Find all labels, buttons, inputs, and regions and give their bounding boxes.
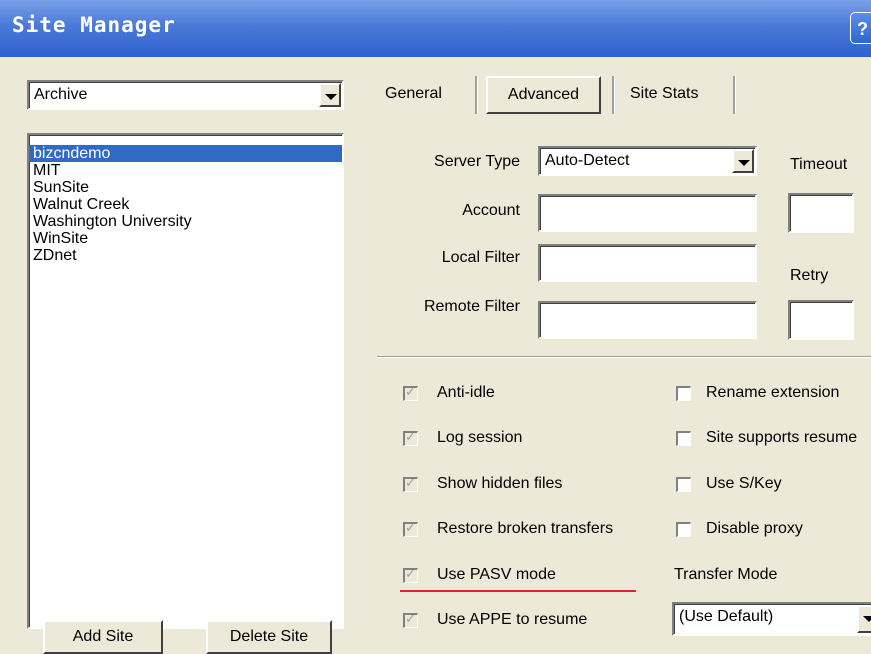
restore-broken-transfers-label: Restore broken transfers <box>437 520 614 537</box>
checkmark-icon: ✓ <box>405 384 416 399</box>
tab-advanced[interactable]: Advanced <box>486 76 601 114</box>
checkmark-icon: ✓ <box>405 429 416 444</box>
use-skey-label: Use S/Key <box>706 475 782 492</box>
timeout-label: Timeout <box>790 156 848 173</box>
local-filter-label: Local Filter <box>441 249 520 266</box>
anti-idle-checkbox[interactable]: ✓ <box>403 384 418 401</box>
help-button[interactable]: ? <box>850 12 871 44</box>
use-skey-checkbox[interactable] <box>676 477 691 492</box>
checkmark-icon: ✓ <box>405 611 416 626</box>
use-pasv-mode-checkbox[interactable]: ✓ <box>403 566 418 583</box>
remote-filter-label: Remote Filter <box>423 298 520 315</box>
site-list[interactable]: bizcndemo MIT SunSite Walnut Creek Washi… <box>27 133 344 629</box>
account-label: Account <box>462 202 520 219</box>
server-type-value: Auto-Detect <box>545 152 630 169</box>
delete-site-button[interactable]: Delete Site <box>206 620 332 654</box>
list-item[interactable]: SunSite <box>29 179 342 196</box>
remote-filter-field[interactable] <box>538 301 757 339</box>
anti-idle-label: Anti-idle <box>437 384 495 401</box>
log-session-checkbox[interactable]: ✓ <box>403 429 418 446</box>
list-item[interactable]: bizcndemo <box>29 145 342 162</box>
rename-extension-checkbox[interactable] <box>676 386 691 401</box>
rename-extension-label: Rename extension <box>706 384 840 401</box>
chevron-down-icon <box>325 94 337 100</box>
list-item[interactable]: Walnut Creek <box>29 196 342 213</box>
show-hidden-files-label: Show hidden files <box>437 475 563 492</box>
transfer-mode-value: (Use Default) <box>679 608 774 625</box>
use-appe-label: Use APPE to resume <box>437 611 588 628</box>
transfer-mode-label: Transfer Mode <box>674 566 778 583</box>
tab-site-stats[interactable]: Site Stats <box>630 85 698 103</box>
category-selected-value: Archive <box>34 86 88 103</box>
list-item[interactable]: WinSite <box>29 230 342 247</box>
window-title: Site Manager <box>12 13 176 37</box>
timeout-field[interactable] <box>788 193 854 233</box>
tab-divider <box>612 76 615 114</box>
chevron-down-icon <box>863 616 871 622</box>
show-hidden-files-checkbox[interactable]: ✓ <box>403 475 418 492</box>
restore-broken-transfers-checkbox[interactable]: ✓ <box>403 520 418 537</box>
section-divider <box>377 356 871 358</box>
transfer-mode-dropdown-button[interactable] <box>857 605 871 633</box>
retry-label: Retry <box>790 267 829 284</box>
server-type-dropdown-button[interactable] <box>732 149 754 173</box>
tab-divider <box>475 76 478 114</box>
tab-general[interactable]: General <box>385 85 442 103</box>
server-type-label: Server Type <box>434 153 520 170</box>
transfer-mode-dropdown[interactable]: (Use Default) <box>672 602 871 636</box>
category-dropdown-button[interactable] <box>319 83 341 107</box>
list-item[interactable]: Washington University <box>29 213 342 230</box>
local-filter-field[interactable] <box>538 244 757 282</box>
chevron-down-icon <box>738 160 750 166</box>
site-supports-resume-label: Site supports resume <box>706 429 858 446</box>
checkmark-icon: ✓ <box>405 520 416 535</box>
highlight-underline <box>400 590 636 592</box>
checkmark-icon: ✓ <box>405 566 416 581</box>
site-supports-resume-checkbox[interactable] <box>676 431 691 446</box>
use-appe-checkbox[interactable]: ✓ <box>403 611 418 628</box>
disable-proxy-checkbox[interactable] <box>676 522 691 537</box>
account-field[interactable] <box>538 194 757 232</box>
retry-field[interactable] <box>788 300 854 340</box>
log-session-label: Log session <box>437 429 523 446</box>
category-dropdown[interactable]: Archive <box>27 80 344 110</box>
list-item[interactable]: MIT <box>29 162 342 179</box>
tab-divider <box>733 76 736 114</box>
disable-proxy-label: Disable proxy <box>706 520 803 537</box>
server-type-dropdown[interactable]: Auto-Detect <box>538 146 757 176</box>
list-item[interactable]: ZDnet <box>29 247 342 264</box>
add-site-button[interactable]: Add Site <box>43 620 163 654</box>
use-pasv-mode-label: Use PASV mode <box>437 566 556 583</box>
title-bar[interactable]: Site Manager ? <box>0 0 871 57</box>
checkmark-icon: ✓ <box>405 475 416 490</box>
